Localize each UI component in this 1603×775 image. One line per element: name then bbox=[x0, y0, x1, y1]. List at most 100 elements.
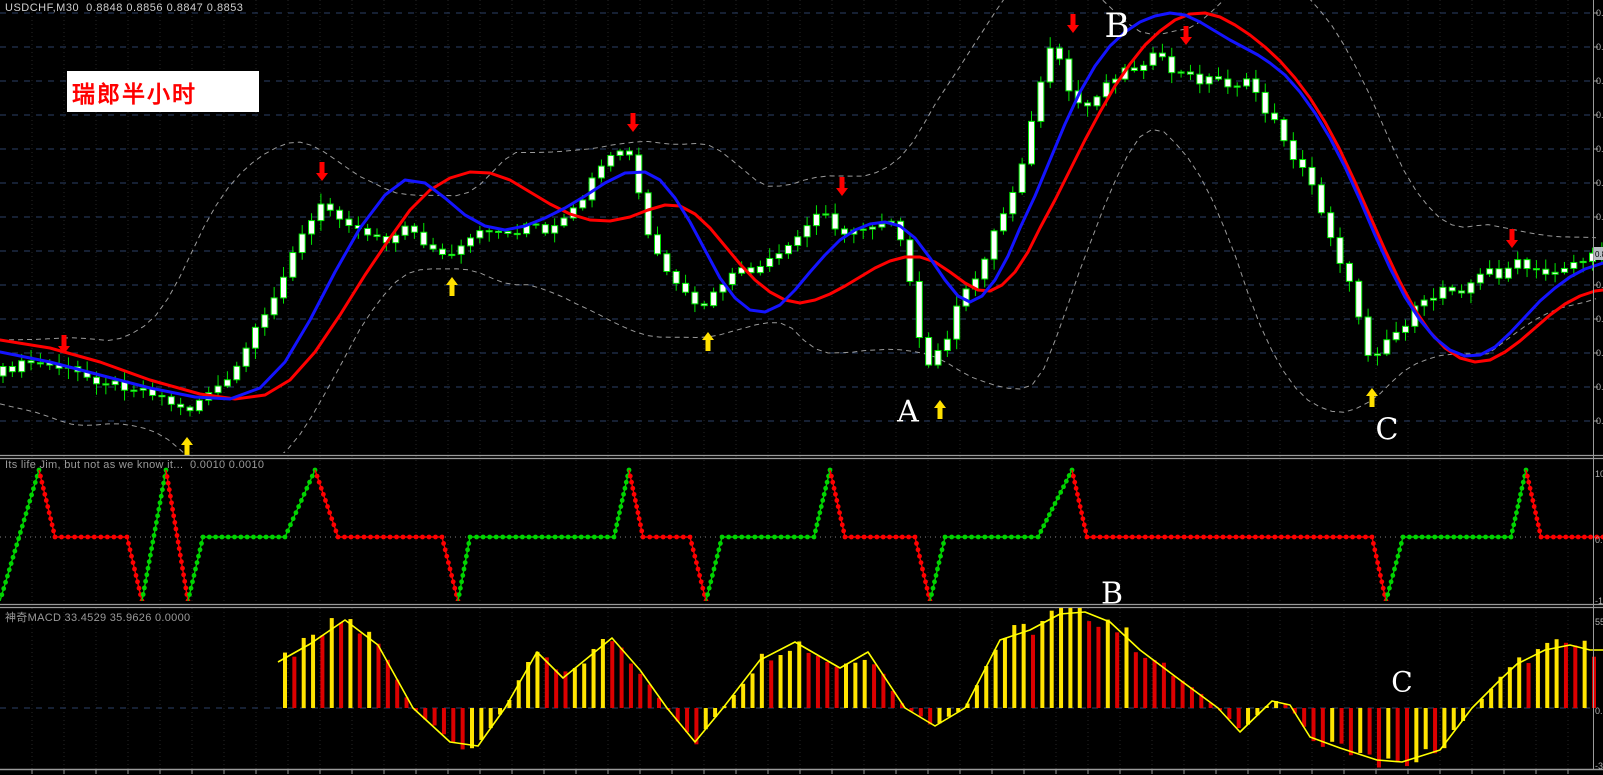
signal-arrows-layer bbox=[58, 14, 1518, 456]
indicator1-dot bbox=[14, 542, 20, 548]
indicator1-dot bbox=[711, 566, 717, 572]
indicator1-dot bbox=[698, 579, 704, 585]
candle-body bbox=[1514, 259, 1522, 269]
indicator1-dot bbox=[179, 559, 184, 565]
macd-bar bbox=[1563, 642, 1568, 708]
indicator1-dot bbox=[1055, 495, 1061, 501]
indicator1-dot bbox=[689, 541, 694, 546]
macd-bar bbox=[395, 679, 400, 708]
candle-body bbox=[1168, 56, 1176, 74]
macd-bar bbox=[311, 634, 316, 708]
candle-body bbox=[280, 276, 287, 299]
candle-body bbox=[915, 280, 923, 339]
candle-body bbox=[270, 297, 278, 316]
candle-body bbox=[1345, 262, 1353, 282]
candle-body bbox=[289, 252, 297, 278]
indicator1-dot bbox=[323, 498, 328, 503]
indicator1-dot bbox=[219, 534, 225, 540]
indicator1-dot bbox=[923, 579, 928, 585]
macd-bar bbox=[1414, 708, 1419, 763]
candle-body bbox=[1495, 268, 1503, 279]
indicator1-dot bbox=[1518, 491, 1523, 497]
indicator1-dot bbox=[173, 526, 179, 532]
macd-bar bbox=[1367, 708, 1372, 755]
candle-body bbox=[812, 213, 820, 227]
indicator1-dot bbox=[1075, 491, 1080, 497]
indicator1-dot bbox=[1530, 498, 1536, 503]
indicator1-dot bbox=[667, 534, 673, 540]
indicator1-dot bbox=[1324, 534, 1330, 540]
candle-body bbox=[1327, 212, 1335, 239]
indicator1-dot bbox=[16, 536, 21, 542]
candle-body bbox=[457, 245, 465, 255]
indicator1-dot bbox=[161, 480, 167, 486]
indicator1-dot bbox=[327, 510, 333, 516]
indicator2-title: 神奇MACD 33.4529 35.9626 0.0000 bbox=[5, 612, 191, 624]
symbol-title: USDCHF,M30 0.8848 0.8856 0.8847 0.8853 bbox=[5, 2, 244, 14]
indicator1-dot bbox=[828, 473, 834, 479]
indicator1-dot bbox=[705, 592, 710, 597]
indicator1-dot bbox=[1311, 534, 1317, 540]
macd-bar bbox=[348, 619, 353, 708]
indicator1-dot bbox=[692, 553, 698, 559]
indicator1-dot bbox=[6, 567, 12, 573]
candle-body bbox=[1177, 71, 1185, 74]
candle-body bbox=[1336, 237, 1344, 264]
indicator1-dot bbox=[694, 560, 699, 565]
indicator1-dot bbox=[612, 528, 618, 534]
macd-bar bbox=[1133, 652, 1138, 708]
indicator1-dot bbox=[1476, 534, 1482, 540]
candle-body bbox=[1056, 47, 1064, 60]
indicator1-dot bbox=[622, 485, 628, 491]
indicator1-dot bbox=[647, 534, 653, 540]
candle-body bbox=[766, 257, 774, 268]
indicator1-dot bbox=[1551, 534, 1556, 540]
candle-body bbox=[943, 338, 951, 352]
macd-bar bbox=[1152, 660, 1157, 708]
candle-body bbox=[1140, 64, 1148, 71]
indicator1-dot bbox=[1371, 541, 1376, 546]
macd-bar bbox=[872, 664, 877, 708]
indicator1-dot bbox=[1392, 566, 1397, 572]
indicator1-dot bbox=[585, 534, 591, 540]
indicator1-dot bbox=[739, 534, 745, 540]
scale-label: 0.8 bbox=[1596, 416, 1603, 426]
macd-bar bbox=[554, 669, 559, 708]
indicator1-dot bbox=[1531, 504, 1537, 509]
macd-bar bbox=[918, 708, 923, 717]
macd-bar bbox=[1180, 680, 1185, 708]
indicator1-dot bbox=[917, 553, 922, 559]
indicator1-dot bbox=[765, 534, 771, 540]
scale-label: -3 bbox=[1595, 761, 1603, 771]
indicator1-dot bbox=[182, 578, 188, 584]
candle-body bbox=[953, 305, 961, 340]
chart-canvas[interactable]: 0.8 0.8 0.8 0.8 0.8 0.8 0.8 0.8 0.8 0.8 0.8 0.8 0.8 0… bbox=[0, 0, 1603, 775]
candle-body bbox=[831, 213, 839, 230]
indicator1-dot bbox=[1022, 534, 1028, 540]
candle-body bbox=[1149, 52, 1157, 66]
candle-body bbox=[336, 209, 344, 220]
indicator1-dot bbox=[12, 548, 18, 554]
macd-bar bbox=[628, 663, 633, 708]
indicator1-dot bbox=[171, 513, 177, 519]
indicator1-dot bbox=[930, 585, 936, 591]
indicator1-dot bbox=[839, 522, 845, 528]
macd-bar bbox=[582, 663, 587, 708]
indicator1-dot bbox=[127, 547, 133, 553]
scale-label: 0. bbox=[1595, 706, 1603, 716]
indicator1-dot bbox=[304, 485, 310, 491]
indicator1-dot bbox=[841, 528, 847, 534]
candle-body bbox=[1532, 268, 1540, 271]
indicator1-dot bbox=[932, 579, 937, 585]
macd-bar bbox=[1451, 708, 1456, 731]
candle-body bbox=[1037, 81, 1045, 122]
candle-body bbox=[1383, 339, 1391, 355]
indicator1-dot bbox=[1489, 534, 1495, 540]
candle-body bbox=[8, 366, 16, 373]
note-label-box[interactable]: 瑞郎半小时 bbox=[67, 71, 259, 112]
macd-bar bbox=[535, 651, 540, 708]
candle-body bbox=[177, 403, 185, 408]
indicator1-dot bbox=[368, 534, 373, 540]
scale-label: 0.8 bbox=[1596, 42, 1603, 52]
indicator1-dot bbox=[442, 547, 448, 553]
